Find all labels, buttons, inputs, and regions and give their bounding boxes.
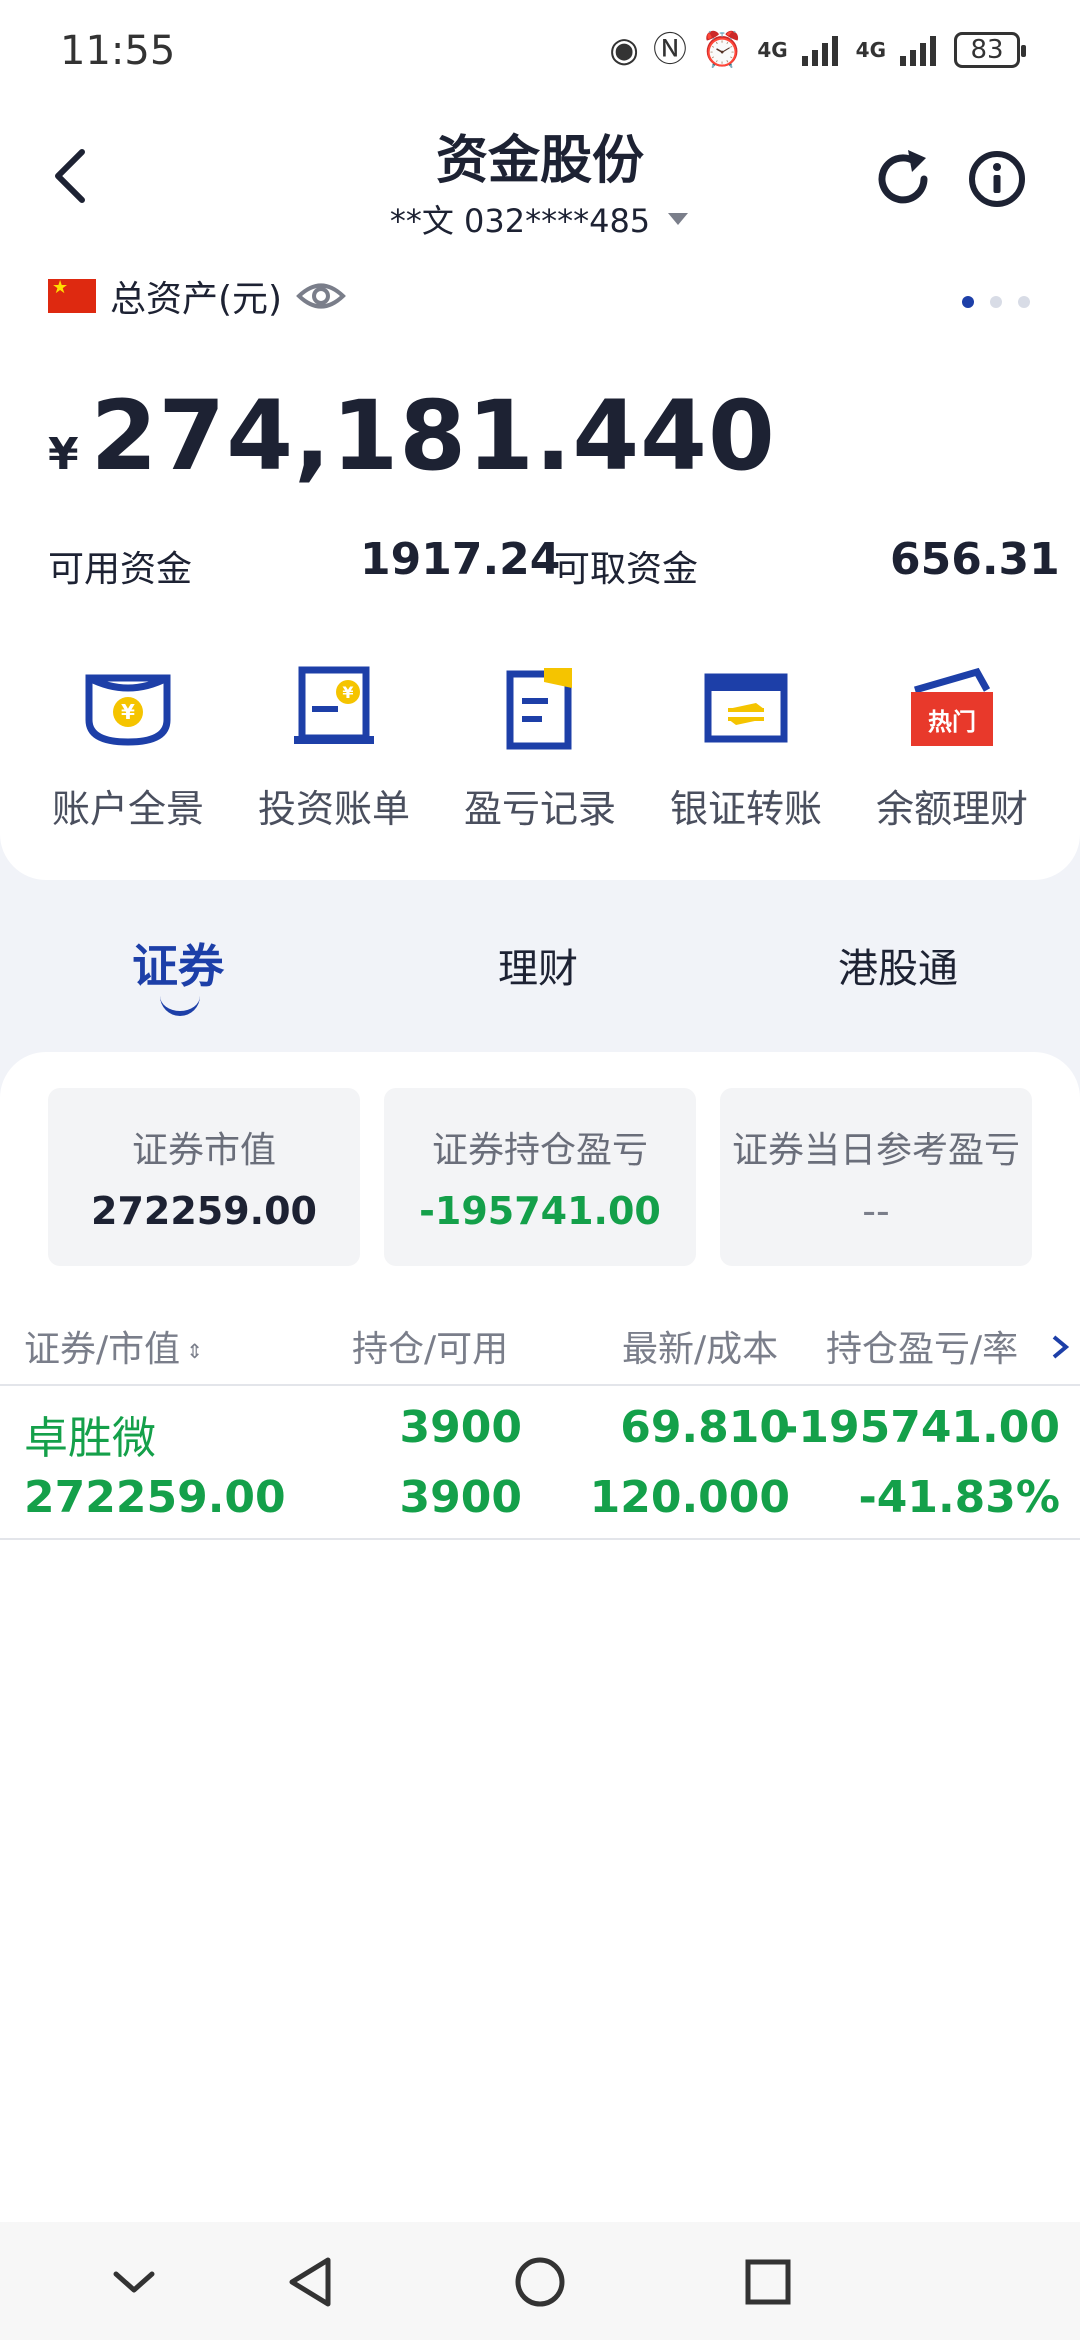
- quick-pnl-record[interactable]: 盈亏记录: [437, 660, 643, 833]
- card-market-value[interactable]: 证券市值 272259.00: [48, 1088, 360, 1266]
- svg-text:¥: ¥: [121, 700, 135, 724]
- info-icon: [969, 151, 1025, 207]
- header-pnl: 持仓盈亏/率: [826, 1329, 1019, 1370]
- signal-icon-1: [801, 36, 838, 66]
- stock-latest-price: 69.810: [620, 1402, 790, 1453]
- quick-actions: ¥ 账户全景 ¥ 投资账单 盈亏记录 银证转账 热门 余额理财: [0, 660, 1080, 833]
- nav-back-button[interactable]: [280, 2252, 340, 2312]
- tab-active-indicator: [160, 994, 200, 1016]
- account-number: **文 032****485: [389, 202, 651, 240]
- china-flag-icon: [48, 277, 96, 313]
- circle-home-icon: [515, 2257, 565, 2307]
- triangle-back-icon: [289, 2257, 331, 2307]
- info-button[interactable]: [962, 144, 1032, 214]
- quick-bank-transfer[interactable]: 银证转账: [643, 660, 849, 833]
- battery-indicator: 83: [954, 32, 1026, 68]
- pnl-record-icon: [492, 660, 588, 756]
- withdrawable-funds-value: 656.31: [890, 534, 1060, 585]
- card-position-pnl[interactable]: 证券持仓盈亏 -195741.00: [384, 1088, 696, 1266]
- page-dot-3: [1018, 296, 1030, 308]
- eye-toggle-icon[interactable]: [296, 279, 346, 313]
- page-indicator: [962, 296, 1030, 308]
- invest-bill-icon: ¥: [286, 660, 382, 756]
- tab-securities[interactable]: 证券: [132, 930, 224, 996]
- stock-position: 3900: [399, 1402, 522, 1453]
- hot-badge: 热门: [928, 708, 976, 736]
- asset-tabs: 证券 理财 港股通: [0, 930, 1080, 1020]
- refresh-icon: [878, 150, 928, 204]
- header-price: 最新/成本: [622, 1329, 779, 1370]
- nfc-icon: Ⓝ: [652, 30, 687, 70]
- table-row[interactable]: 卓胜微 272259.00 3900 3900 69.810 120.000 -…: [0, 1388, 1080, 1540]
- page-dot-2: [990, 296, 1002, 308]
- page-dot-1: [962, 296, 974, 308]
- nav-collapse-button[interactable]: [104, 2252, 164, 2312]
- available-funds-label: 可用资金: [48, 549, 193, 590]
- status-time: 11:55: [60, 28, 176, 74]
- available-funds-value: 1917.24: [360, 534, 561, 585]
- header-security[interactable]: 证券/市值 ⇕: [24, 1320, 203, 1372]
- system-nav-bar: [0, 2222, 1080, 2340]
- network-type-1: 4G: [757, 38, 788, 62]
- svg-text:¥: ¥: [342, 683, 353, 702]
- battery-level: 83: [970, 35, 1004, 65]
- stock-pnl-rate: -41.83%: [858, 1472, 1060, 1523]
- quick-account-overview[interactable]: ¥ 账户全景: [25, 660, 231, 833]
- status-icons: ◉ Ⓝ ⏰ 4G 4G 83: [609, 26, 1026, 74]
- stock-pnl: -195741.00: [780, 1402, 1060, 1453]
- refresh-button[interactable]: [868, 144, 938, 214]
- alarm-icon: ⏰: [700, 30, 744, 70]
- balance-wealth-icon: 热门: [904, 660, 1000, 756]
- tab-wealth[interactable]: 理财: [498, 936, 578, 994]
- chevron-down-icon: [113, 2271, 155, 2293]
- card-daily-pnl[interactable]: 证券当日参考盈亏 --: [720, 1088, 1032, 1266]
- total-assets-header: 总资产(元): [48, 270, 346, 322]
- stock-name: 卓胜微: [24, 1413, 156, 1464]
- account-overview-icon: ¥: [80, 660, 176, 756]
- stock-available: 3900: [399, 1472, 522, 1523]
- header-position: 持仓/可用: [352, 1329, 509, 1370]
- sort-icon: ⇕: [186, 1339, 203, 1363]
- square-recents-icon: [745, 2259, 791, 2305]
- tab-hk-connect[interactable]: 港股通: [838, 936, 958, 994]
- currency-symbol: ¥: [48, 429, 79, 480]
- caret-down-icon: [668, 213, 689, 225]
- total-assets: ¥ 274,181.440: [48, 380, 776, 492]
- quick-invest-bill[interactable]: ¥ 投资账单: [231, 660, 437, 833]
- stock-cost: 120.000: [589, 1472, 790, 1523]
- stock-market-value: 272259.00: [24, 1472, 286, 1523]
- withdrawable-funds-label: 可取资金: [554, 549, 699, 590]
- signal-icon-2: [900, 36, 936, 66]
- eye-status-icon: ◉: [609, 30, 639, 70]
- network-type-2: 4G: [855, 38, 886, 62]
- total-assets-label: 总资产(元): [110, 279, 283, 320]
- summary-cards: 证券市值 272259.00 证券持仓盈亏 -195741.00 证券当日参考盈…: [48, 1088, 1032, 1266]
- quick-balance-wealth[interactable]: 热门 余额理财: [849, 660, 1055, 833]
- holdings-table-header: 证券/市值 ⇕ 持仓/可用 最新/成本 持仓盈亏/率: [0, 1310, 1080, 1386]
- scroll-right-icon[interactable]: [1048, 1334, 1074, 1360]
- nav-home-button[interactable]: [510, 2252, 570, 2312]
- bank-transfer-icon: [698, 660, 794, 756]
- total-assets-value: 274,181.440: [90, 380, 776, 492]
- nav-recents-button[interactable]: [738, 2252, 798, 2312]
